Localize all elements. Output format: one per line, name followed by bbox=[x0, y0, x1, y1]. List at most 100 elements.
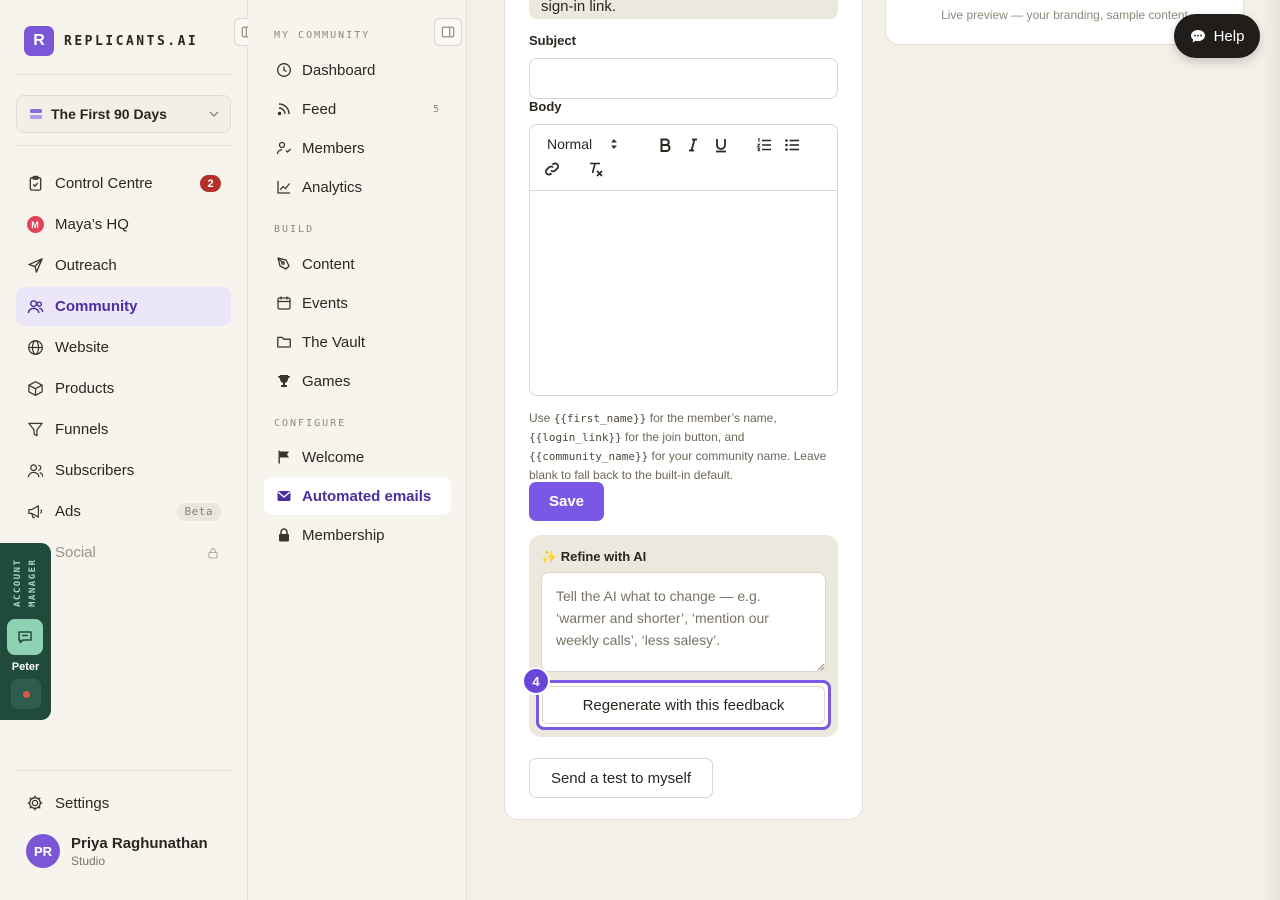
beta-tag: Beta bbox=[176, 502, 221, 521]
subnav-label: The Vault bbox=[302, 333, 366, 351]
collapse-subnav-button[interactable] bbox=[434, 18, 462, 46]
editor-body[interactable] bbox=[530, 191, 837, 395]
nav-item-community[interactable]: Community bbox=[16, 287, 231, 326]
nav-item-mayas-hq[interactable]: M Maya’s HQ bbox=[16, 205, 231, 244]
subnav-item-content[interactable]: Content bbox=[264, 245, 451, 283]
subnav-item-games[interactable]: Games bbox=[264, 362, 451, 400]
info-note: sign-in link. bbox=[529, 0, 838, 19]
maya-avatar-icon: M bbox=[26, 216, 44, 233]
divider bbox=[16, 770, 232, 771]
subnav-item-the-vault[interactable]: The Vault bbox=[264, 323, 451, 361]
sidebar-toggle-icon bbox=[441, 26, 455, 38]
ai-feedback-textarea[interactable]: Tell the AI what to change — e.g. ‘warme… bbox=[541, 572, 826, 672]
rich-text-editor: Normal bbox=[529, 124, 838, 396]
settings-label: Settings bbox=[55, 794, 110, 812]
analytics-icon bbox=[277, 181, 291, 194]
italic-button[interactable] bbox=[683, 135, 703, 155]
notification-badge: 2 bbox=[200, 175, 221, 192]
nav-item-funnels[interactable]: Funnels bbox=[16, 410, 231, 449]
nav-item-ads[interactable]: Ads Beta bbox=[16, 492, 231, 531]
clear-formatting-button[interactable] bbox=[586, 159, 606, 179]
subnav-item-dashboard[interactable]: Dashboard bbox=[264, 51, 451, 89]
section-configure: CONFIGURE bbox=[274, 418, 347, 429]
folder-icon bbox=[277, 336, 291, 348]
megaphone-icon bbox=[27, 505, 42, 519]
format-select[interactable]: Normal bbox=[547, 136, 618, 152]
nav-label: Products bbox=[55, 380, 115, 397]
nav-label: Website bbox=[55, 339, 109, 356]
globe-icon bbox=[27, 340, 43, 355]
nav-label: Funnels bbox=[55, 421, 109, 438]
divider bbox=[16, 145, 232, 146]
subnav-item-feed[interactable]: Feed 5 bbox=[264, 90, 451, 128]
user-role: Studio bbox=[71, 853, 106, 868]
help-button[interactable]: Help bbox=[1174, 14, 1260, 58]
nav-item-control-centre[interactable]: Control Centre 2 bbox=[16, 164, 231, 203]
subnav-item-membership[interactable]: Membership bbox=[264, 516, 451, 554]
resize-grip-icon[interactable] bbox=[817, 663, 825, 671]
subnav-item-events[interactable]: Events bbox=[264, 284, 451, 322]
send-test-button[interactable]: Send a test to myself bbox=[529, 758, 713, 798]
account-manager-name: Peter bbox=[11, 661, 40, 673]
user-profile[interactable]: PR Priya Raghunathan Studio bbox=[26, 834, 208, 868]
subnav-label: Analytics bbox=[302, 178, 363, 196]
nav-label: Maya’s HQ bbox=[55, 216, 129, 233]
stack-icon bbox=[30, 109, 42, 119]
user-group-icon bbox=[27, 464, 43, 478]
gear-icon bbox=[27, 795, 43, 811]
feed-count: 5 bbox=[432, 103, 439, 115]
nav-label: Outreach bbox=[55, 257, 117, 274]
underline-icon bbox=[716, 139, 726, 153]
subnav-label: Content bbox=[302, 255, 355, 273]
nav-item-outreach[interactable]: Outreach bbox=[16, 246, 231, 285]
bullet-list-button[interactable] bbox=[782, 135, 802, 155]
refine-with-ai-panel: ✨ Refine with AI Tell the AI what to cha… bbox=[522, 535, 838, 737]
placeholder-help-text: Use {{first_name}} for the member’s name… bbox=[529, 411, 827, 482]
nav-item-subscribers[interactable]: Subscribers bbox=[16, 451, 231, 490]
users-icon bbox=[27, 300, 43, 314]
bold-icon bbox=[660, 138, 671, 152]
main-content: sign-in link. Subject Body Normal Use {{… bbox=[467, 0, 1280, 900]
ordered-list-button[interactable] bbox=[754, 135, 774, 155]
format-select-value: Normal bbox=[547, 136, 593, 152]
email-editor-card: sign-in link. Subject Body Normal Use {{… bbox=[504, 0, 863, 820]
bold-button[interactable] bbox=[655, 135, 675, 155]
var-community-name: {{community_name}} bbox=[529, 450, 649, 463]
chat-with-manager-button[interactable] bbox=[7, 619, 43, 655]
brand[interactable]: R REPLICANTS.AI bbox=[24, 26, 198, 56]
section-my-community: MY COMMUNITY bbox=[274, 30, 371, 41]
subnav-item-analytics[interactable]: Analytics bbox=[264, 168, 451, 206]
select-arrows-icon bbox=[611, 139, 618, 149]
nav-label: Community bbox=[55, 298, 138, 315]
save-button[interactable]: Save bbox=[529, 482, 604, 521]
members-icon bbox=[276, 141, 291, 155]
brand-name: REPLICANTS.AI bbox=[64, 33, 199, 49]
nav-item-products[interactable]: Products bbox=[16, 369, 231, 408]
underline-button[interactable] bbox=[711, 135, 731, 155]
pen-icon bbox=[277, 257, 290, 270]
subnav-label: Feed bbox=[302, 100, 337, 118]
nav-item-website[interactable]: Website bbox=[16, 328, 231, 367]
editor-toolbar: Normal bbox=[530, 125, 837, 191]
status-indicator bbox=[11, 679, 41, 709]
bullet-list-icon bbox=[785, 139, 799, 151]
clipboard-icon bbox=[29, 175, 41, 191]
subnav-label: Members bbox=[302, 139, 365, 157]
workspace-switcher[interactable]: The First 90 Days bbox=[16, 95, 231, 133]
regenerate-button[interactable]: Regenerate with this feedback bbox=[542, 686, 825, 724]
settings-link[interactable]: Settings bbox=[26, 794, 109, 812]
subject-input[interactable] bbox=[529, 58, 838, 99]
lock-icon bbox=[208, 547, 218, 559]
calendar-icon bbox=[277, 296, 291, 310]
link-button[interactable] bbox=[542, 159, 562, 179]
primary-nav: Control Centre 2 M Maya’s HQ Outreach Co… bbox=[16, 164, 231, 574]
avatar: PR bbox=[26, 834, 60, 868]
subnav-item-automated-emails[interactable]: Automated emails bbox=[264, 477, 451, 515]
box-icon bbox=[27, 381, 43, 396]
flag-icon bbox=[278, 450, 289, 464]
subnav-item-welcome[interactable]: Welcome bbox=[264, 438, 451, 476]
link-icon bbox=[545, 162, 559, 176]
nav-label: Ads bbox=[55, 503, 81, 520]
subnav-item-members[interactable]: Members bbox=[264, 129, 451, 167]
subnav-label: Games bbox=[302, 372, 351, 390]
